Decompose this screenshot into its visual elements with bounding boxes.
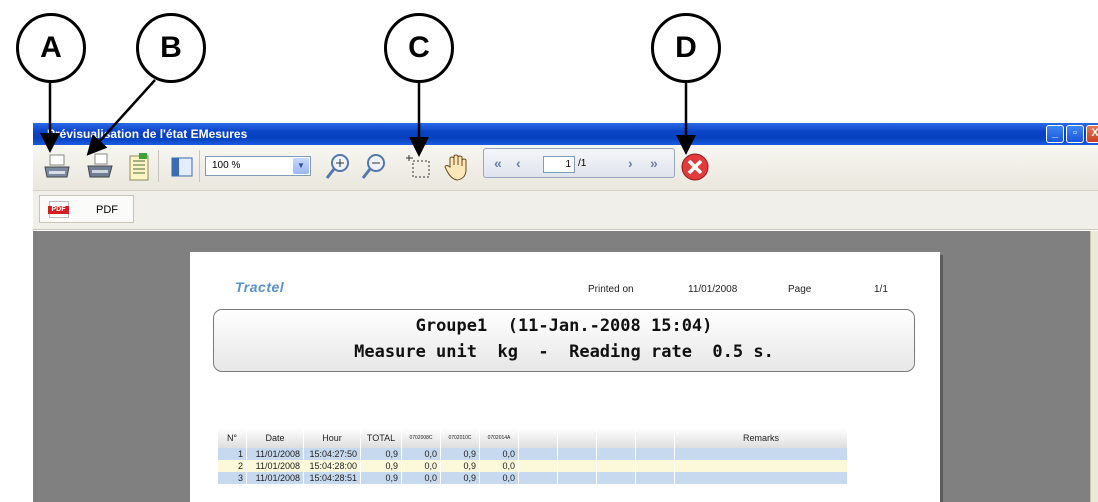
table-cell: 11/01/2008	[246, 472, 304, 484]
table-cell: 0,0	[401, 472, 441, 484]
table-cell: 1	[218, 448, 247, 460]
measurements-table: N° Date Hour TOTAL 0702008C 0702010C 070…	[218, 428, 848, 484]
column-header: Hour	[303, 428, 361, 448]
table-cell: 0,9	[440, 472, 480, 484]
table-cell: 0,0	[401, 460, 441, 472]
column-header: N°	[218, 428, 247, 448]
table-cell: 0,0	[479, 448, 519, 460]
column-header	[518, 428, 558, 448]
column-header: 0702014A	[479, 428, 519, 448]
table-cell: 0,0	[479, 472, 519, 484]
printed-on-label: Printed on	[588, 284, 634, 295]
table-cell: 0,9	[360, 472, 402, 484]
callout-leaders	[40, 79, 696, 157]
table-header-row: N° Date Hour TOTAL 0702008C 0702010C 070…	[218, 428, 848, 448]
printed-on-value: 11/01/2008	[688, 284, 738, 295]
table-cell: 15:04:28:00	[303, 460, 361, 472]
column-header	[635, 428, 675, 448]
table-cell: 3	[218, 472, 247, 484]
table-row: 3 11/01/2008 15:04:28:51 0,9 0,0 0,9 0,0	[218, 472, 848, 484]
report-banner: Groupe1 (11-Jan.-2008 15:04) Measure uni…	[213, 309, 915, 372]
table-cell: 0,0	[479, 460, 519, 472]
page-label: Page	[788, 284, 812, 295]
banner-title: Groupe1 (11-Jan.-2008 15:04)	[415, 316, 713, 336]
table-cell: 0,0	[401, 448, 441, 460]
table-row: 1 11/01/2008 15:04:27:50 0,9 0,0 0,9 0,0	[218, 448, 848, 460]
table-cell: 2	[218, 460, 247, 472]
pdf-icon: PDF	[48, 201, 69, 218]
table-cell: 11/01/2008	[246, 448, 304, 460]
table-cell: 0,9	[440, 448, 480, 460]
column-header: Remarks	[674, 428, 848, 448]
table-cell: 0,9	[440, 460, 480, 472]
table-cell: 11/01/2008	[246, 460, 304, 472]
table-row: 2 11/01/2008 15:04:28:00 0,9 0,0 0,9 0,0	[218, 460, 848, 472]
column-header: Date	[246, 428, 304, 448]
table-cell: 0,9	[360, 448, 402, 460]
column-header	[596, 428, 636, 448]
pdf-label: PDF	[96, 204, 118, 216]
column-header: TOTAL	[360, 428, 402, 448]
table-cell: 15:04:28:51	[303, 472, 361, 484]
page-value: 1/1	[874, 284, 888, 295]
company-logo: Tractel	[235, 279, 285, 295]
table-cell: 0,9	[360, 460, 402, 472]
vertical-scrollbar[interactable]	[1090, 231, 1098, 502]
column-header: 0702008C	[401, 428, 441, 448]
column-header	[557, 428, 597, 448]
banner-subtitle: Measure unit kg - Reading rate 0.5 s.	[354, 342, 774, 362]
column-header: 0702010C	[440, 428, 480, 448]
table-cell: 15:04:27:50	[303, 448, 361, 460]
